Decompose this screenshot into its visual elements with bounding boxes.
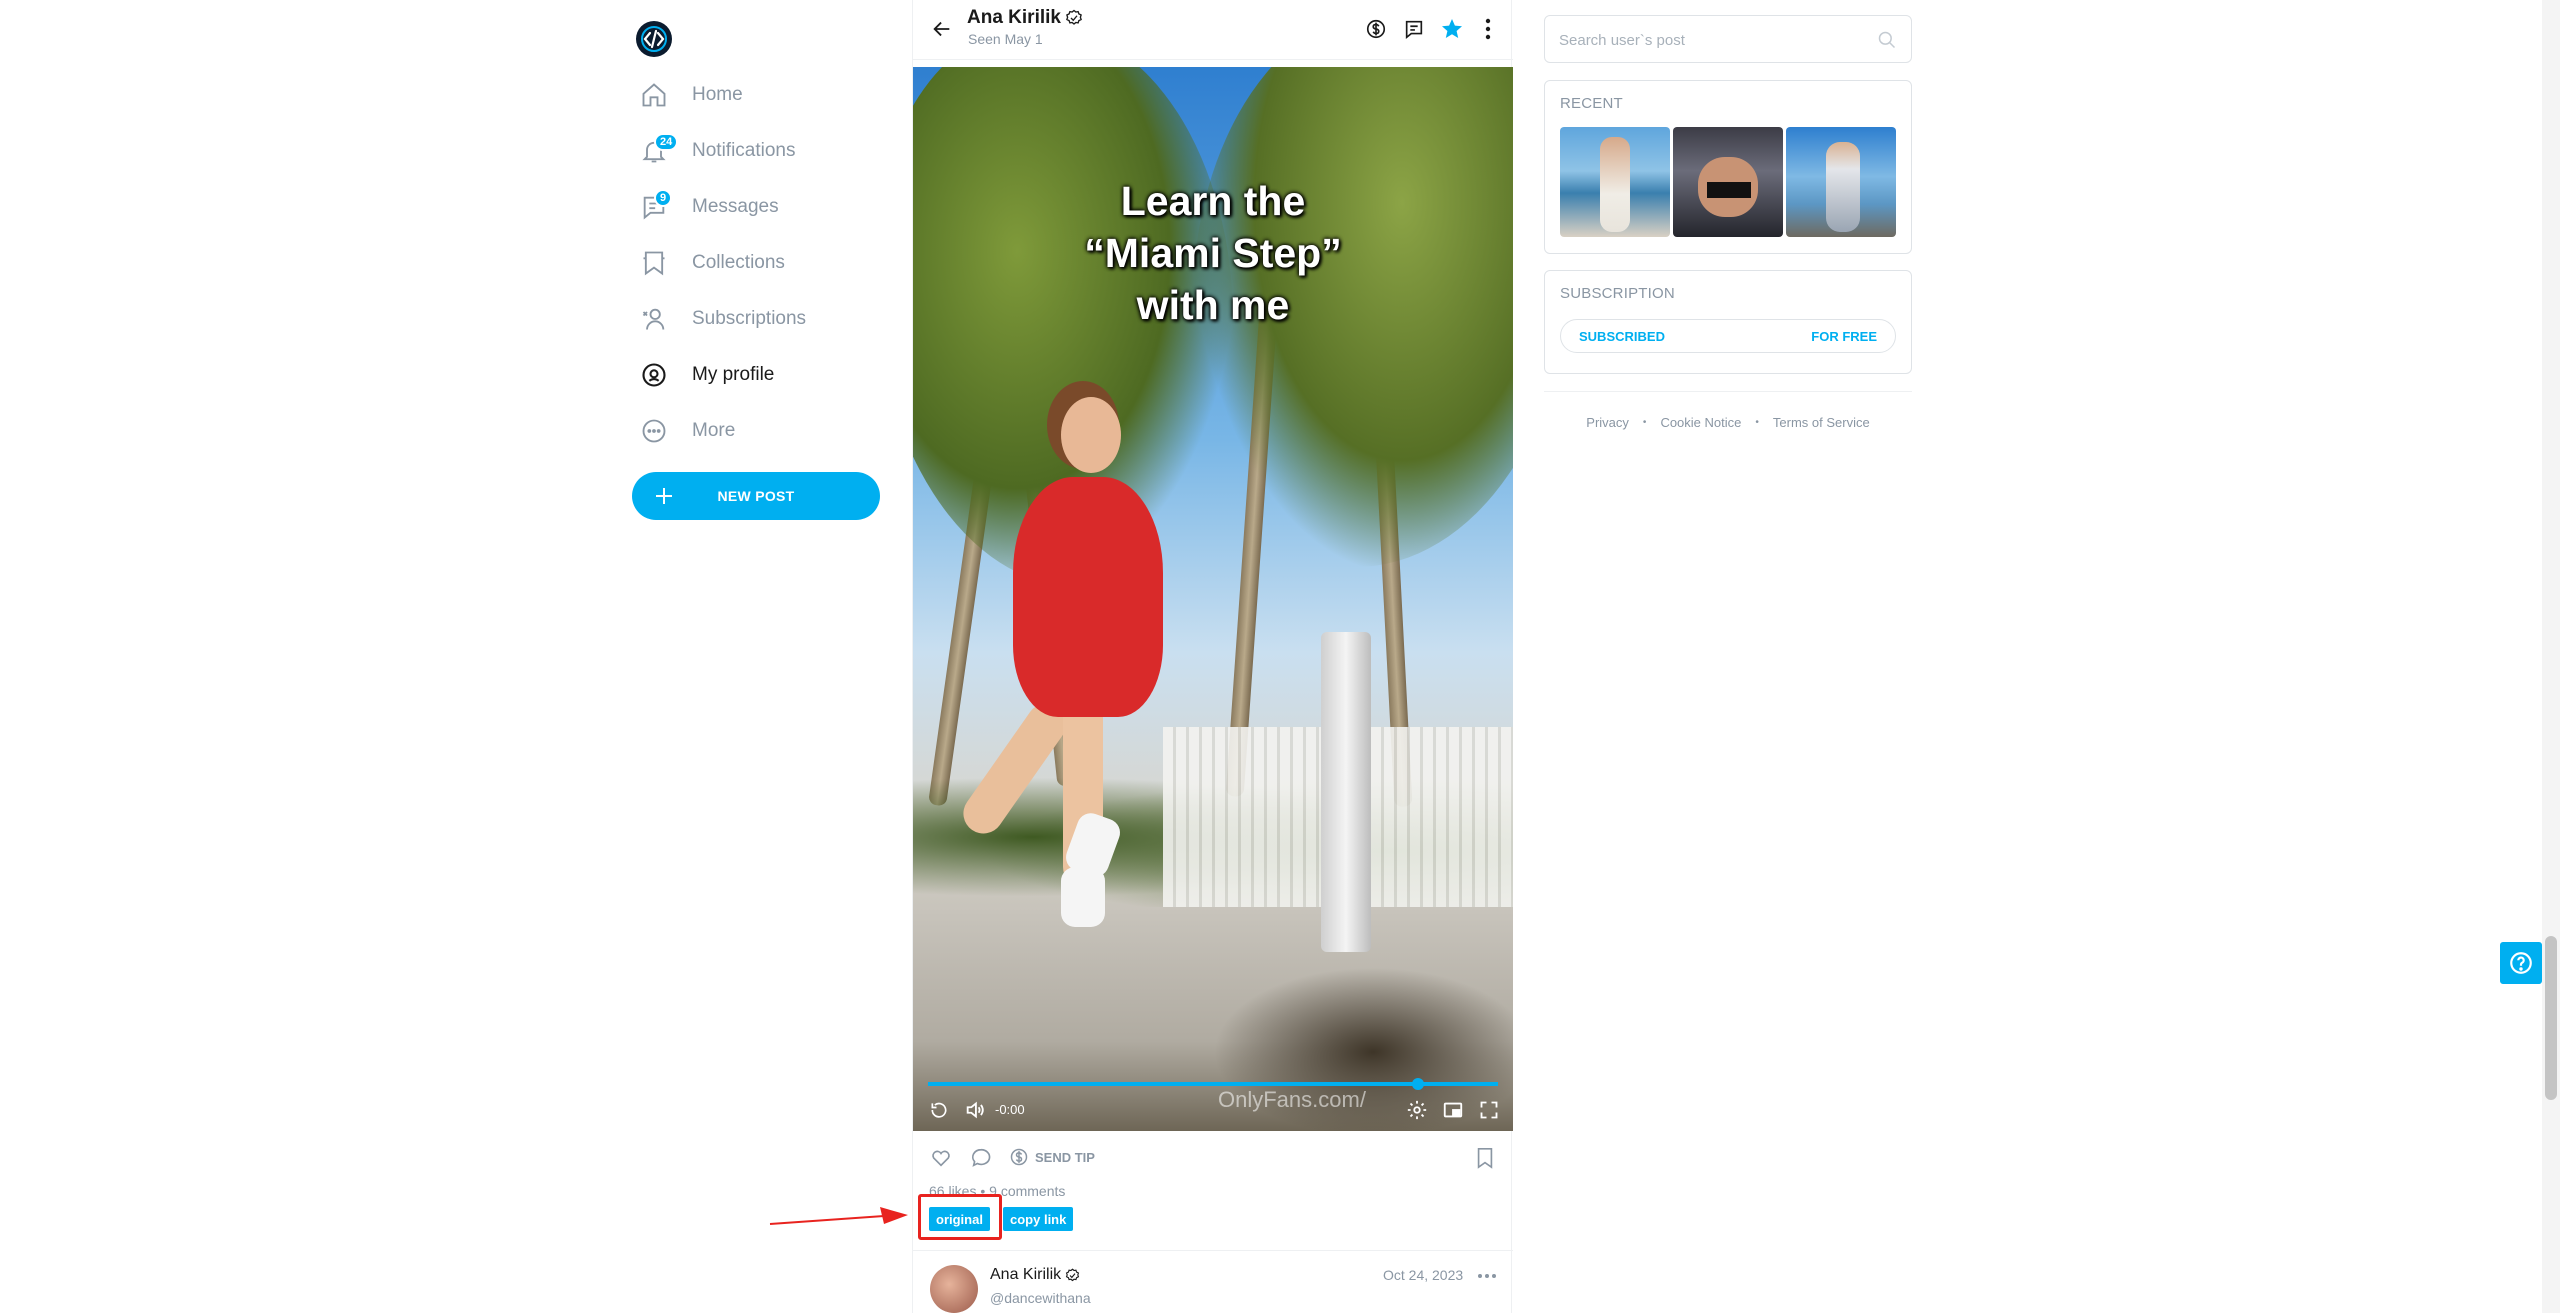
star-favorite-icon[interactable]: [1437, 14, 1467, 44]
recent-thumbnail[interactable]: [1673, 127, 1783, 237]
post-header: Ana Kirilik Seen May 1: [913, 0, 1513, 60]
price-label: FOR FREE: [1811, 328, 1877, 344]
sidebar-item-notifications[interactable]: 24 Notifications: [638, 129, 796, 173]
replay-icon[interactable]: [925, 1096, 953, 1124]
comment-bubble-icon[interactable]: [965, 1142, 997, 1174]
back-arrow-icon[interactable]: [927, 14, 957, 44]
sidebar-item-my-profile[interactable]: My profile: [638, 353, 774, 397]
sidebar-item-label: Notifications: [692, 140, 796, 161]
comment-author[interactable]: Ana Kirilik: [990, 1266, 1080, 1284]
caption-line: Learn the: [1120, 178, 1306, 224]
page-scrollbar[interactable]: [2542, 0, 2560, 1313]
subscriptions-icon: [638, 303, 670, 335]
profile-icon: [638, 359, 670, 391]
annotation-arrow-icon: [769, 1207, 908, 1225]
last-seen-text: Seen May 1: [968, 31, 1043, 47]
creator-name-text: Ana Kirilik: [967, 7, 1061, 28]
chat-icon[interactable]: [1399, 14, 1429, 44]
search-icon[interactable]: [1875, 28, 1899, 52]
subscription-title: SUBSCRIPTION: [1560, 285, 1675, 302]
recent-title: RECENT: [1560, 95, 1623, 112]
footer-links: Privacy • Cookie Notice • Terms of Servi…: [1544, 415, 1912, 430]
sidebar-item-collections[interactable]: Collections: [638, 241, 785, 285]
kebab-menu-icon[interactable]: [1473, 14, 1503, 44]
dollar-circle-icon: [1010, 1148, 1028, 1166]
sidebar-item-subscriptions[interactable]: Subscriptions: [638, 297, 806, 341]
bell-icon: 24: [638, 133, 679, 167]
avatar[interactable]: [930, 1265, 978, 1313]
verified-icon: [1066, 9, 1082, 25]
new-post-button[interactable]: NEW POST: [632, 472, 880, 520]
send-tip-label: SEND TIP: [1035, 1149, 1095, 1165]
subscription-card: SUBSCRIPTION SUBSCRIBED FOR FREE: [1544, 270, 1912, 374]
sidebar-item-label: My profile: [692, 364, 775, 385]
subscribed-button[interactable]: SUBSCRIBED FOR FREE: [1560, 319, 1896, 353]
footer-separator: •: [1755, 417, 1759, 428]
message-count-badge: 9: [654, 189, 673, 207]
sidebar-item-label: Home: [692, 84, 743, 105]
recent-thumbnail[interactable]: [1560, 127, 1670, 237]
sidebar-item-label: Subscriptions: [692, 308, 807, 329]
white-pillar: [1321, 632, 1371, 952]
comment-author-name: Ana Kirilik: [990, 1266, 1062, 1283]
dancer-head: [1061, 397, 1121, 473]
video-player[interactable]: Learn the “Miami Step” with me OnlyFans.…: [913, 67, 1513, 1131]
site-logo-icon[interactable]: [636, 21, 672, 57]
privacy-link[interactable]: Privacy: [1586, 415, 1629, 430]
bookmark-icon[interactable]: [1469, 1142, 1501, 1174]
divider: [1544, 391, 1912, 392]
picture-in-picture-icon[interactable]: [1439, 1096, 1467, 1124]
footer-separator: •: [1642, 417, 1647, 428]
recent-card: RECENT: [1544, 80, 1912, 254]
message-icon: 9: [638, 189, 673, 223]
new-post-label: NEW POST: [717, 488, 795, 504]
scrollbar-thumb[interactable]: [2545, 936, 2557, 1100]
left-sidebar: Home 24 Notifications 9 Messages Collect…: [630, 0, 910, 1313]
divider: [913, 1250, 1513, 1251]
sidebar-item-home[interactable]: Home: [638, 73, 743, 117]
sidebar-item-label: Messages: [692, 196, 779, 217]
recent-thumbnail[interactable]: [1786, 127, 1896, 237]
sidebar-item-label: Collections: [692, 252, 785, 273]
help-question-icon[interactable]: [2500, 942, 2542, 984]
dancer-red-outfit: [1013, 477, 1163, 717]
fullscreen-icon[interactable]: [1475, 1096, 1503, 1124]
caption-line: with me: [1136, 282, 1290, 328]
settings-gear-icon[interactable]: [1403, 1096, 1431, 1124]
search-input[interactable]: [1559, 28, 1859, 52]
sidebar-item-more[interactable]: More: [638, 409, 735, 453]
send-tip-button[interactable]: SEND TIP: [1009, 1147, 1095, 1167]
creator-name[interactable]: Ana Kirilik: [967, 7, 1083, 29]
notification-count-badge: 24: [654, 133, 679, 151]
comment-author-handle[interactable]: @dancewithana: [990, 1290, 1091, 1306]
watermark-text: OnlyFans.com/: [1218, 1087, 1366, 1112]
home-icon: [638, 79, 670, 111]
like-heart-icon[interactable]: [925, 1142, 957, 1174]
search-box: [1544, 15, 1912, 63]
post-date: Oct 24, 2023: [1383, 1267, 1464, 1283]
tip-dollar-icon[interactable]: [1361, 14, 1391, 44]
sidebar-item-messages[interactable]: 9 Messages: [638, 185, 779, 229]
sidebar-item-label: More: [692, 420, 736, 441]
video-time: -0:00: [995, 1102, 1025, 1117]
post-column: Ana Kirilik Seen May 1 Learn the “Miami …: [912, 0, 1513, 1313]
post-actions: SEND TIP: [913, 1138, 1513, 1178]
video-caption: Learn the “Miami Step” with me: [913, 175, 1513, 331]
verified-icon: [1066, 1268, 1080, 1281]
annotation-highlight-box: [918, 1194, 1002, 1240]
horizontal-more-icon[interactable]: [1473, 1264, 1501, 1288]
bookmark-collection-icon: [638, 247, 670, 279]
subscribed-label: SUBSCRIBED: [1579, 328, 1665, 344]
cookie-notice-link[interactable]: Cookie Notice: [1660, 415, 1741, 430]
volume-icon[interactable]: [961, 1096, 989, 1124]
video-progress-bar[interactable]: [928, 1078, 1498, 1090]
caption-line: “Miami Step”: [1084, 230, 1342, 276]
copy-link-tag-button[interactable]: copy link: [1003, 1207, 1074, 1231]
terms-of-service-link[interactable]: Terms of Service: [1773, 415, 1870, 430]
more-circle-icon: [638, 415, 670, 447]
plus-icon: [640, 472, 688, 520]
